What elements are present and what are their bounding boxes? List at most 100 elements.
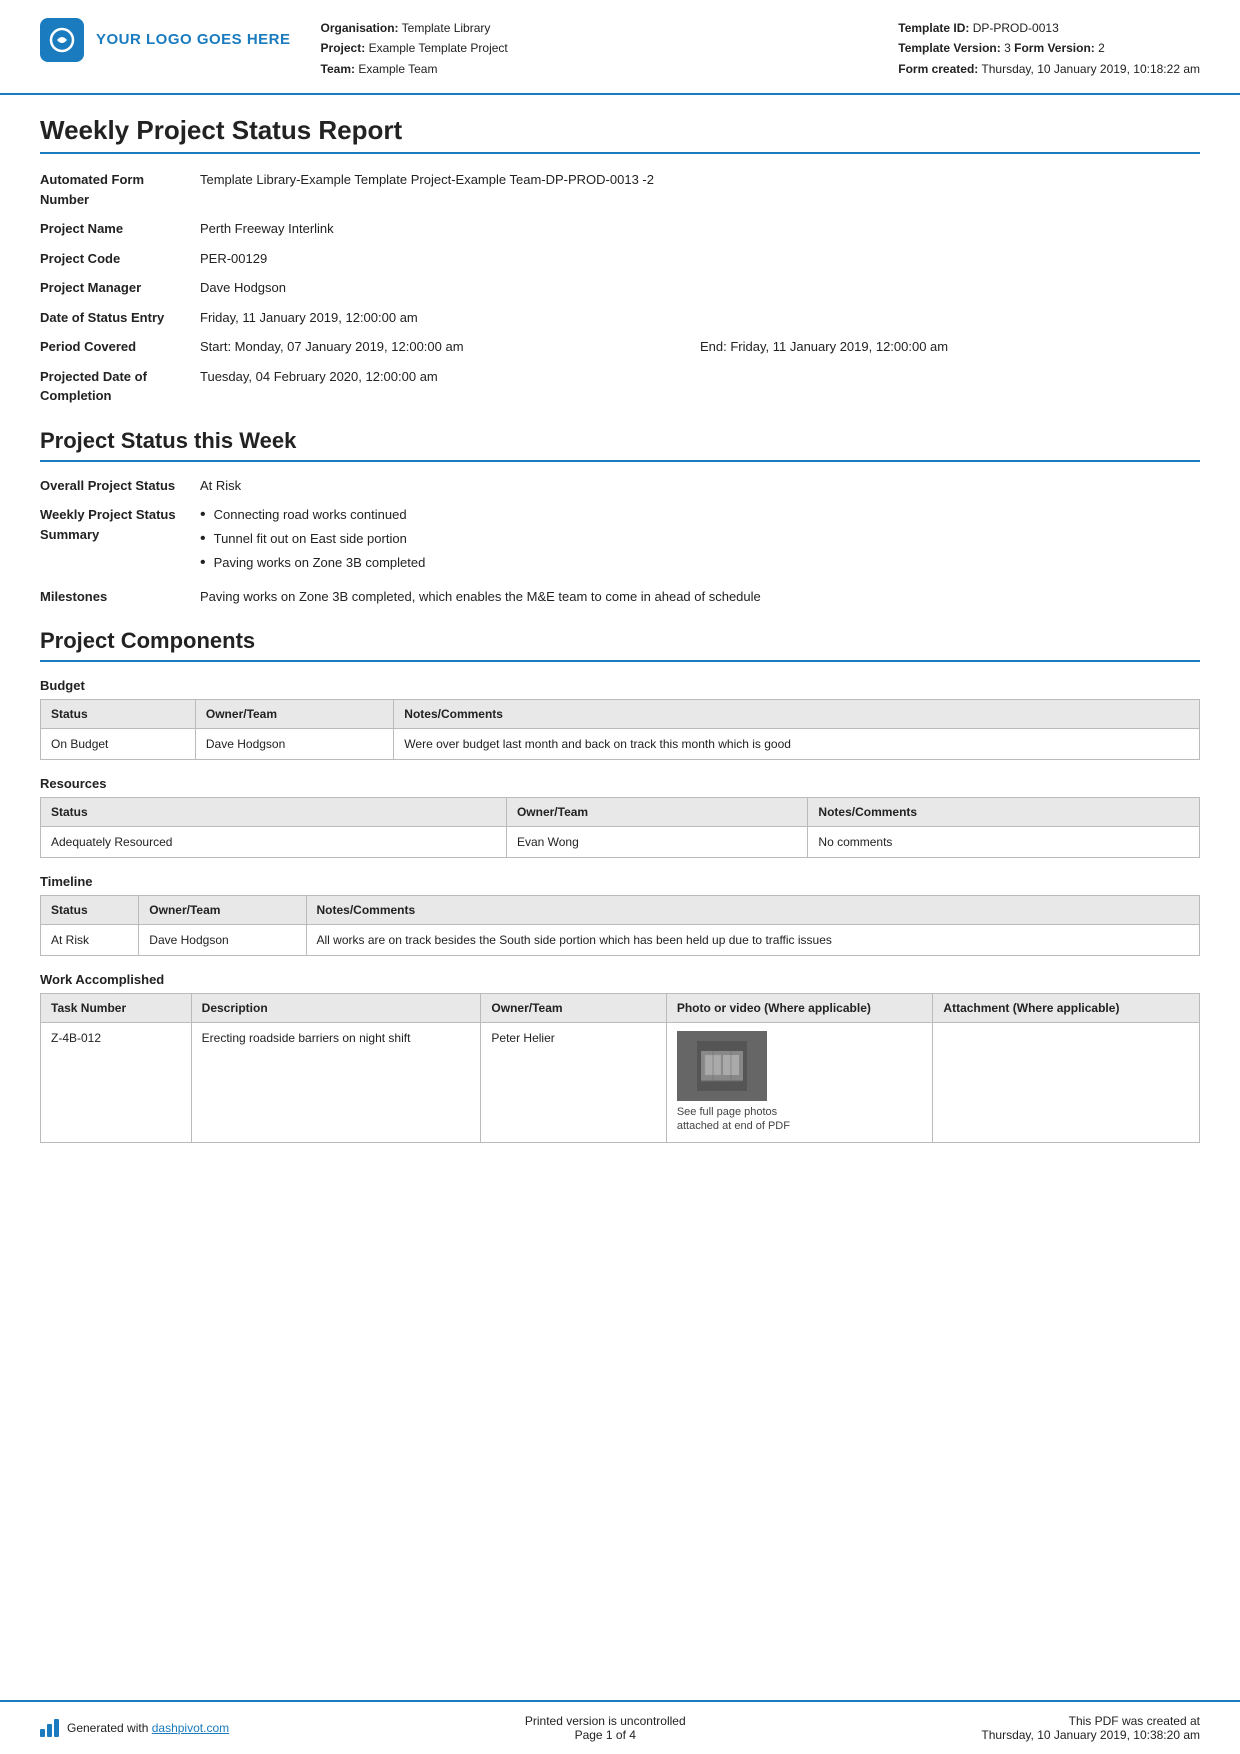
pdf-created-value: Thursday, 10 January 2019, 10:38:20 am [981, 1728, 1200, 1742]
resources-col-status: Status [41, 798, 507, 827]
team-value: Example Team [358, 62, 437, 76]
resources-notes: No comments [808, 827, 1200, 858]
work-accomplished-table: Task Number Description Owner/Team Photo… [40, 993, 1200, 1143]
overall-status-row: Overall Project Status At Risk [40, 476, 1200, 496]
budget-col-owner: Owner/Team [195, 700, 393, 729]
project-name-row: Project Name Perth Freeway Interlink [40, 219, 1200, 239]
resources-status: Adequately Resourced [41, 827, 507, 858]
period-covered-end: End: Friday, 11 January 2019, 12:00:00 a… [700, 337, 1200, 357]
logo-text: YOUR LOGO GOES HERE [96, 30, 291, 50]
resources-col-notes: Notes/Comments [808, 798, 1200, 827]
header-right: Template ID: DP-PROD-0013 Template Versi… [898, 18, 1200, 79]
org-label: Organisation: [321, 21, 399, 35]
work-col-owner: Owner/Team [481, 994, 666, 1023]
template-id-value: DP-PROD-0013 [973, 21, 1059, 35]
project-status-heading: Project Status this Week [40, 428, 1200, 462]
table-row: Z-4B-012 Erecting roadside barriers on n… [41, 1023, 1200, 1143]
automated-form-number-row: Automated Form Number Template Library-E… [40, 170, 1200, 209]
work-col-photo: Photo or video (Where applicable) [666, 994, 933, 1023]
project-code-label: Project Code [40, 249, 200, 269]
project-code-value: PER-00129 [200, 249, 1200, 269]
table-row: At Risk Dave Hodgson All works are on tr… [41, 925, 1200, 956]
project-manager-label: Project Manager [40, 278, 200, 298]
project-code-row: Project Code PER-00129 [40, 249, 1200, 269]
project-components-heading: Project Components [40, 628, 1200, 662]
dashpivot-icon [40, 1719, 59, 1737]
overall-status-value: At Risk [200, 476, 1200, 496]
template-version-value: 3 [1004, 41, 1011, 55]
project-manager-row: Project Manager Dave Hodgson [40, 278, 1200, 298]
work-accomplished-heading: Work Accomplished [40, 972, 1200, 987]
weekly-summary-label: Weekly Project Status Summary [40, 505, 200, 544]
project-value: Example Template Project [369, 41, 508, 55]
form-created-value: Thursday, 10 January 2019, 10:18:22 am [981, 62, 1200, 76]
list-item: Tunnel fit out on East side portion [200, 529, 1200, 550]
period-covered-row: Period Covered Start: Monday, 07 January… [40, 337, 1200, 357]
footer-left: Generated with dashpivot.com [40, 1719, 229, 1737]
timeline-heading: Timeline [40, 874, 1200, 889]
date-status-entry-label: Date of Status Entry [40, 308, 200, 328]
dashpivot-link[interactable]: dashpivot.com [152, 1721, 229, 1735]
photo-caption: See full page photos attached at end of … [677, 1105, 797, 1134]
project-name-label: Project Name [40, 219, 200, 239]
projected-date-row: Projected Date of Completion Tuesday, 04… [40, 367, 1200, 406]
resources-table: Status Owner/Team Notes/Comments Adequat… [40, 797, 1200, 858]
timeline-col-notes: Notes/Comments [306, 896, 1200, 925]
list-item: Connecting road works continued [200, 505, 1200, 526]
timeline-notes: All works are on track besides the South… [306, 925, 1200, 956]
projected-date-label: Projected Date of Completion [40, 367, 200, 406]
milestones-value: Paving works on Zone 3B completed, which… [200, 587, 1200, 607]
footer: Generated with dashpivot.com Printed ver… [0, 1700, 1240, 1754]
budget-heading: Budget [40, 678, 1200, 693]
printed-label: Printed version is uncontrolled [525, 1714, 686, 1728]
work-col-desc: Description [191, 994, 481, 1023]
budget-notes: Were over budget last month and back on … [394, 729, 1200, 760]
footer-right: This PDF was created at Thursday, 10 Jan… [981, 1714, 1200, 1742]
form-version-label: Form Version: [1014, 41, 1095, 55]
photo-thumbnail [677, 1031, 767, 1101]
work-attachment [933, 1023, 1200, 1143]
timeline-owner: Dave Hodgson [139, 925, 306, 956]
weekly-summary-list: Connecting road works continued Tunnel f… [200, 505, 1200, 576]
footer-center: Printed version is uncontrolled Page 1 o… [525, 1714, 686, 1742]
table-row: Adequately Resourced Evan Wong No commen… [41, 827, 1200, 858]
logo-area: YOUR LOGO GOES HERE [40, 18, 291, 62]
template-version-label: Template Version: [898, 41, 1000, 55]
project-label: Project: [321, 41, 366, 55]
work-description: Erecting roadside barriers on night shif… [191, 1023, 481, 1143]
header: YOUR LOGO GOES HERE Organisation: Templa… [0, 0, 1240, 95]
period-covered-values: Start: Monday, 07 January 2019, 12:00:00… [200, 337, 1200, 357]
automated-form-number-label: Automated Form Number [40, 170, 200, 209]
generated-label: Generated with [67, 1721, 148, 1735]
timeline-col-owner: Owner/Team [139, 896, 306, 925]
project-name-value: Perth Freeway Interlink [200, 219, 1200, 239]
budget-col-notes: Notes/Comments [394, 700, 1200, 729]
template-id-label: Template ID: [898, 21, 969, 35]
budget-owner: Dave Hodgson [195, 729, 393, 760]
table-row: On Budget Dave Hodgson Were over budget … [41, 729, 1200, 760]
org-value: Template Library [402, 21, 491, 35]
work-photo: See full page photos attached at end of … [666, 1023, 933, 1143]
project-manager-value: Dave Hodgson [200, 278, 1200, 298]
automated-form-number-value: Template Library-Example Template Projec… [200, 170, 1200, 190]
list-item: Paving works on Zone 3B completed [200, 553, 1200, 574]
date-status-entry-row: Date of Status Entry Friday, 11 January … [40, 308, 1200, 328]
weekly-summary-bullet-list: Connecting road works continued Tunnel f… [200, 505, 1200, 573]
date-status-entry-value: Friday, 11 January 2019, 12:00:00 am [200, 308, 1200, 328]
team-label: Team: [321, 62, 355, 76]
resources-owner: Evan Wong [506, 827, 807, 858]
milestones-row: Milestones Paving works on Zone 3B compl… [40, 587, 1200, 607]
timeline-status: At Risk [41, 925, 139, 956]
milestones-label: Milestones [40, 587, 200, 607]
main-content: Weekly Project Status Report Automated F… [0, 95, 1240, 1700]
work-col-task: Task Number [41, 994, 192, 1023]
logo-icon [40, 18, 84, 62]
report-title: Weekly Project Status Report [40, 115, 1200, 154]
work-owner: Peter Helier [481, 1023, 666, 1143]
overall-status-label: Overall Project Status [40, 476, 200, 496]
budget-col-status: Status [41, 700, 196, 729]
weekly-summary-row: Weekly Project Status Summary Connecting… [40, 505, 1200, 576]
header-meta: Organisation: Template Library Project: … [291, 18, 899, 79]
budget-table: Status Owner/Team Notes/Comments On Budg… [40, 699, 1200, 760]
resources-heading: Resources [40, 776, 1200, 791]
